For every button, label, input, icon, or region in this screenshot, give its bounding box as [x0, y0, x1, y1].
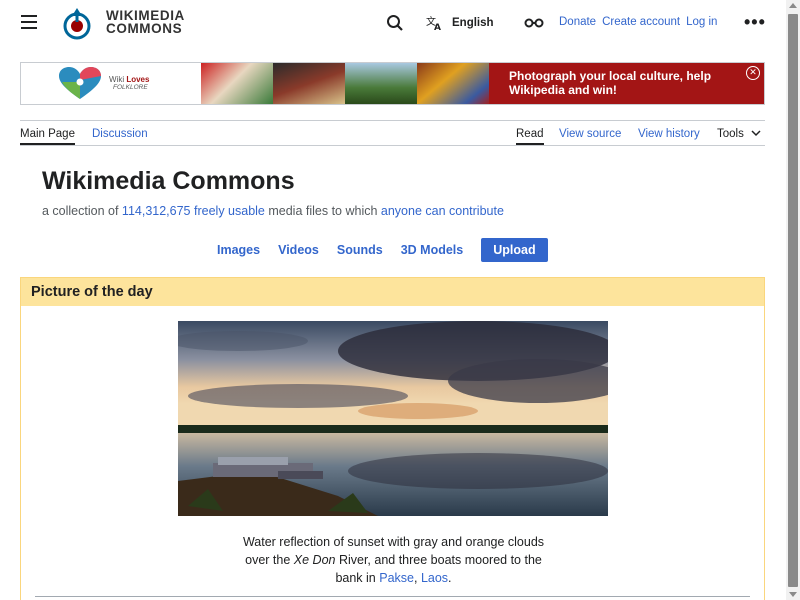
picture-of-the-day: Picture of the day Water reflection of s…	[20, 277, 765, 600]
tools-label: Tools	[717, 128, 744, 140]
banner-logo-folklore: FOLKLORE	[113, 84, 148, 91]
folklore-heart-puzzle-icon	[59, 67, 101, 99]
language-label: English	[452, 17, 494, 29]
subtitle-text-2: media files to which	[264, 204, 381, 218]
tools-menu[interactable]: Tools	[717, 128, 761, 140]
videos-link[interactable]: Videos	[278, 243, 319, 257]
page-subtitle: a collection of 114,312,675 freely usabl…	[42, 204, 504, 218]
images-link[interactable]: Images	[217, 243, 260, 257]
anyone-can-contribute-link[interactable]: anyone can contribute	[381, 204, 504, 218]
page-title: Wikimedia Commons	[42, 167, 295, 195]
page-tabs: Main Page Discussion Read View source Vi…	[20, 120, 765, 146]
svg-text:A: A	[434, 23, 441, 31]
site-header: WIKIMEDIA COMMONS 文 A English Donate Cre…	[0, 0, 786, 46]
ellipsis-icon[interactable]: •••	[744, 13, 766, 31]
potd-heading: Picture of the day	[21, 278, 764, 306]
media-type-nav: Images Videos Sounds 3D Models Upload	[217, 238, 548, 262]
banner-logo-loves: Loves	[126, 75, 150, 84]
language-selector[interactable]: 文 A English	[426, 14, 494, 32]
sounds-link[interactable]: Sounds	[337, 243, 383, 257]
main-menu-icon[interactable]	[21, 15, 37, 29]
caption-text-2b: River, and three boats moored to the	[335, 553, 542, 567]
file-count-link[interactable]: 114,312,675	[122, 204, 191, 218]
chevron-down-icon	[751, 130, 761, 137]
banner-cta[interactable]: Photograph your local culture, help Wiki…	[489, 63, 764, 104]
tab-view-source[interactable]: View source	[559, 128, 621, 140]
upload-button[interactable]: Upload	[481, 238, 548, 262]
caption-river-name: Xe Don	[293, 553, 336, 567]
caption-text-3a: bank in	[335, 571, 380, 585]
caption-text-2a: over the	[245, 553, 294, 567]
tab-discussion[interactable]: Discussion	[92, 128, 148, 140]
banner-photo-4	[417, 63, 489, 104]
potd-image[interactable]	[178, 321, 608, 516]
banner-logo-wiki: Wiki	[109, 75, 127, 84]
caption-period: .	[448, 571, 452, 585]
scroll-up-arrow-icon[interactable]	[789, 3, 797, 8]
caption-line-3: bank in Pakse, Laos.	[21, 569, 766, 587]
3d-models-link[interactable]: 3D Models	[401, 243, 464, 257]
freely-usable-link[interactable]: freely usable	[194, 204, 265, 218]
laos-link[interactable]: Laos	[421, 571, 448, 585]
appearance-glasses-icon[interactable]	[524, 16, 544, 30]
banner-cta-line-1: Photograph your local culture, help	[509, 69, 712, 83]
pakse-link[interactable]: Pakse	[379, 571, 414, 585]
potd-divider	[35, 596, 750, 597]
banner-photo-1	[201, 63, 273, 104]
tab-view-history[interactable]: View history	[638, 128, 700, 140]
wikimedia-commons-logo[interactable]	[60, 6, 94, 40]
login-link[interactable]: Log in	[686, 16, 717, 28]
banner-photo-3	[345, 63, 417, 104]
caption-line-2: over the Xe Don River, and three boats m…	[21, 551, 766, 569]
caption-comma: ,	[413, 571, 421, 585]
donate-link[interactable]: Donate	[559, 16, 596, 28]
translate-icon: 文 A	[426, 15, 441, 31]
create-account-link[interactable]: Create account	[602, 16, 680, 28]
banner-logo-text: Wiki Loves FOLKLORE	[109, 75, 149, 91]
wordmark-line-2: COMMONS	[106, 21, 183, 36]
scroll-down-arrow-icon[interactable]	[789, 592, 797, 597]
page-scrollbar[interactable]	[786, 0, 800, 600]
tab-main-page[interactable]: Main Page	[20, 128, 75, 145]
scroll-thumb[interactable]	[788, 14, 798, 587]
banner-logo: Wiki Loves FOLKLORE	[21, 63, 201, 104]
site-wordmark[interactable]: WIKIMEDIA COMMONS	[106, 9, 185, 36]
banner-photo-strip	[201, 63, 489, 104]
caption-line-1: Water reflection of sunset with gray and…	[242, 535, 545, 549]
close-icon[interactable]: ✕	[746, 66, 760, 80]
potd-caption: Water reflection of sunset with gray and…	[21, 533, 766, 587]
subtitle-text-1: a collection of	[42, 204, 122, 218]
tab-read[interactable]: Read	[516, 128, 544, 145]
wiki-loves-folklore-banner[interactable]: Wiki Loves FOLKLORE Photograph your loca…	[20, 62, 765, 105]
search-icon[interactable]	[386, 14, 404, 32]
user-links: Donate Create account Log in	[559, 16, 717, 28]
banner-cta-line-2: Wikipedia and win!	[509, 83, 617, 97]
banner-photo-2	[273, 63, 345, 104]
